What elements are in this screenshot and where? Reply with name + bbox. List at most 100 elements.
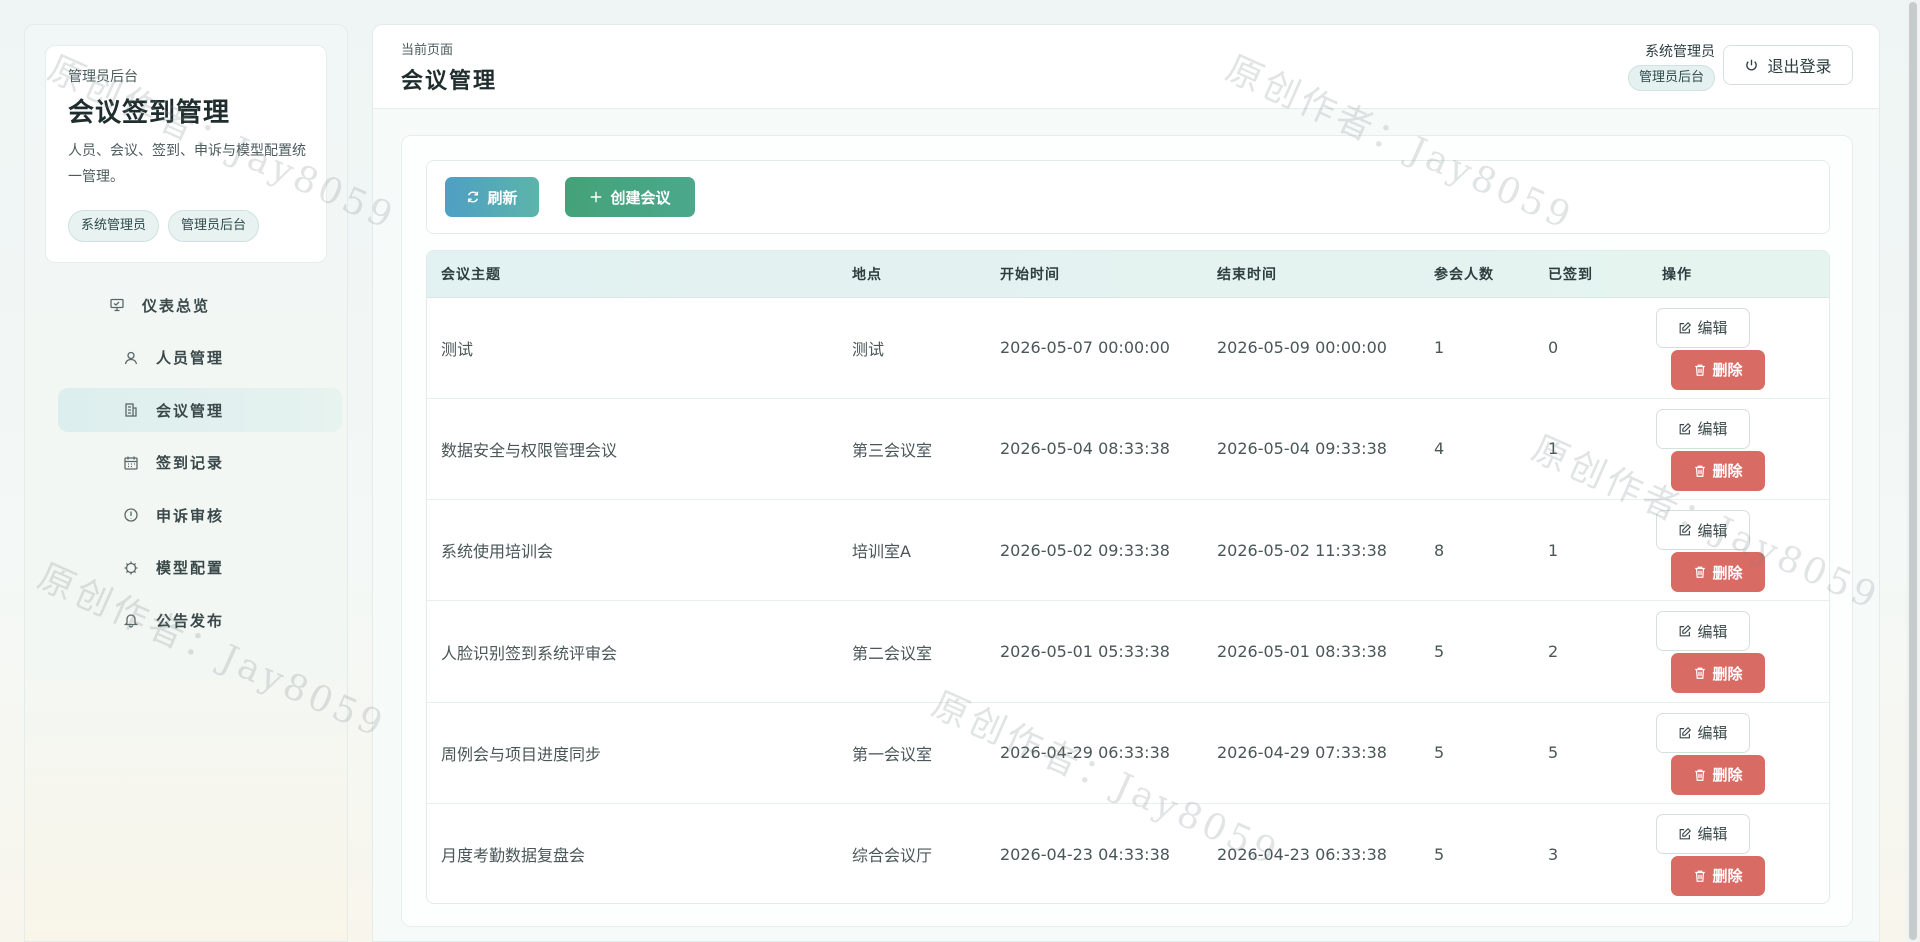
edit-icon: [1678, 726, 1692, 740]
cell-signed: 5: [1548, 743, 1559, 763]
delete-button[interactable]: 删除: [1671, 653, 1765, 694]
column-header-end-time: 结束时间: [1203, 251, 1420, 298]
cell-start-time: 2026-05-02 09:33:38: [1000, 540, 1170, 560]
trash-icon: [1693, 768, 1707, 782]
table-row: 人脸识别签到系统评审会 第二会议室 2026-05-01 05:33:38 2026-…: [427, 601, 1829, 703]
cell-start-time: 2026-04-29 06:33:38: [1000, 743, 1170, 763]
table-row: 数据安全与权限管理会议 第三会议室 2026-05-04 08:33:38 2026-…: [427, 398, 1829, 500]
sidebar-item-model-config[interactable]: 模型配置: [58, 546, 342, 590]
edit-icon: [1678, 523, 1692, 537]
trash-icon: [1693, 666, 1707, 680]
cell-location: 测试: [852, 339, 885, 359]
cell-actions: 编辑 删除: [1648, 803, 1829, 903]
brand-title: 会议签到管理: [68, 98, 231, 128]
sidebar-item-announcements[interactable]: 公告发布: [58, 598, 342, 642]
logout-button[interactable]: 退出登录: [1723, 45, 1853, 85]
table-row: 测试 测试 2026-05-07 00:00:00 2026-05-09 00:00:…: [427, 297, 1829, 399]
page-scrollbar[interactable]: [1906, 0, 1920, 942]
cell-signed: 2: [1548, 642, 1559, 662]
cell-start-time: 2026-05-01 05:33:38: [1000, 642, 1170, 662]
edit-button[interactable]: 编辑: [1656, 510, 1750, 551]
cell-location: 第二会议室: [852, 643, 933, 663]
column-header-signed: 已签到: [1534, 251, 1648, 298]
edit-label: 编辑: [1697, 522, 1728, 540]
edit-label: 编辑: [1697, 623, 1728, 641]
sidebar-item-checkin-records[interactable]: 签到记录: [58, 441, 342, 485]
cell-location: 培训室A: [852, 542, 911, 562]
brand-description: 人员、会议、签到、申诉与模型配置统一管理。: [68, 143, 306, 185]
refresh-icon: [466, 190, 480, 204]
cell-attendees: 5: [1434, 743, 1445, 763]
topbar: 当前页面 会议管理 系统管理员 管理员后台 退出登录: [373, 25, 1879, 109]
column-header-actions: 操作: [1648, 251, 1829, 298]
cell-attendees: 8: [1434, 540, 1445, 560]
cell-topic: 数据安全与权限管理会议: [441, 440, 618, 460]
role-tag-admin: 系统管理员: [68, 210, 160, 242]
cell-attendees: 1: [1434, 338, 1445, 358]
edit-icon: [1678, 422, 1692, 436]
refresh-button[interactable]: 刷新: [445, 177, 539, 217]
cell-end-time: 2026-05-09 00:00:00: [1217, 338, 1387, 358]
sidebar-item-meetings[interactable]: 会议管理: [58, 388, 342, 432]
brand-tags: 系统管理员 管理员后台: [68, 210, 260, 242]
sidebar-item-label: 签到记录: [156, 454, 225, 472]
delete-button[interactable]: 删除: [1671, 754, 1765, 795]
cell-location: 第三会议室: [852, 440, 933, 460]
sidebar-item-appeals[interactable]: 申诉审核: [58, 493, 342, 537]
sidebar-nav: 仪表总览 人员管理 会议管理 签到记录 申诉审核 模型配置 公告发布: [58, 283, 342, 651]
delete-label: 删除: [1712, 362, 1743, 379]
edit-button[interactable]: 编辑: [1656, 712, 1750, 753]
cell-end-time: 2026-05-01 08:33:38: [1217, 642, 1387, 662]
sidebar: 管理员后台 会议签到管理 人员、会议、签到、申诉与模型配置统一管理。 系统管理员…: [24, 24, 348, 942]
table-row: 系统使用培训会 培训室A 2026-05-02 09:33:38 2026-05-02…: [427, 500, 1829, 601]
sidebar-item-dashboard[interactable]: 仪表总览: [58, 283, 342, 327]
create-meeting-label: 创建会议: [610, 188, 671, 207]
cell-topic: 人脸识别签到系统评审会: [441, 643, 618, 663]
cell-start-time: 2026-05-04 08:33:38: [1000, 439, 1170, 459]
delete-button[interactable]: 删除: [1671, 349, 1765, 390]
edit-button[interactable]: 编辑: [1656, 408, 1750, 449]
building-icon: [122, 401, 140, 419]
edit-button[interactable]: 编辑: [1656, 813, 1750, 854]
edit-label: 编辑: [1697, 725, 1728, 743]
cell-actions: 编辑 删除: [1648, 398, 1829, 499]
trash-icon: [1693, 869, 1707, 883]
scrollbar-thumb[interactable]: [1909, 2, 1917, 940]
cell-start-time: 2026-04-23 04:33:38: [1000, 844, 1170, 864]
sidebar-item-label: 申诉审核: [156, 506, 225, 525]
cell-end-time: 2026-04-29 07:33:38: [1217, 743, 1387, 763]
cell-attendees: 4: [1434, 439, 1445, 459]
delete-button[interactable]: 删除: [1671, 855, 1765, 896]
logout-label: 退出登录: [1767, 59, 1832, 76]
calendar-icon: [122, 454, 140, 472]
cell-signed: 3: [1548, 844, 1559, 864]
cpu-icon: [122, 559, 140, 577]
create-meeting-button[interactable]: 创建会议: [565, 177, 695, 217]
cell-topic: 月度考勤数据复盘会: [441, 846, 586, 866]
edit-label: 编辑: [1697, 320, 1728, 337]
cell-actions: 编辑删除: [1648, 297, 1829, 398]
user-role-badge: 管理员后台: [1627, 65, 1715, 91]
brand-card: 管理员后台 会议签到管理 人员、会议、签到、申诉与模型配置统一管理。 系统管理员…: [45, 45, 327, 263]
edit-button[interactable]: 编辑: [1656, 307, 1750, 348]
cell-signed: 1: [1548, 439, 1559, 459]
presentation-icon: [108, 296, 126, 314]
delete-button[interactable]: 删除: [1671, 552, 1765, 593]
column-header-start-time: 开始时间: [986, 251, 1203, 298]
bell-icon: [122, 611, 140, 629]
cell-start-time: 2026-05-07 00:00:00: [1000, 338, 1170, 358]
sidebar-item-personnel[interactable]: 人员管理: [58, 336, 342, 380]
cell-actions: 编辑删除: [1648, 702, 1829, 803]
alert-circle-icon: [122, 506, 140, 524]
meetings-table: 会议主题 地点 开始时间 结束时间 参会人数 已签到 操作 测试 测试 2026-0…: [426, 250, 1830, 904]
delete-button[interactable]: 删除: [1671, 450, 1765, 491]
cell-end-time: 2026-05-02 11:33:38: [1217, 540, 1387, 560]
cell-topic: 测试: [441, 339, 474, 359]
trash-icon: [1693, 565, 1707, 579]
edit-button[interactable]: 编辑: [1656, 611, 1750, 652]
toolbar: 刷新 创建会议: [426, 160, 1830, 234]
cell-signed: 0: [1548, 338, 1559, 358]
power-icon: [1744, 58, 1759, 73]
main-panel: 当前页面 会议管理 系统管理员 管理员后台 退出登录 刷新 创建会议 会议主题 …: [372, 24, 1880, 942]
sidebar-item-label: 人员管理: [156, 349, 225, 367]
